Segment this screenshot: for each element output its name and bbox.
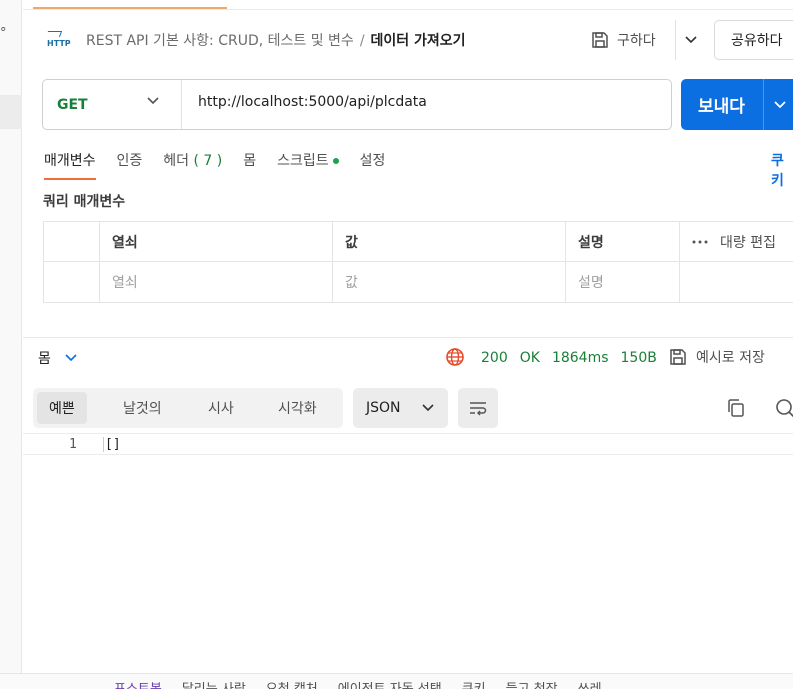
save-button[interactable]: 구하다 — [591, 28, 656, 52]
line-number: 1 — [69, 437, 77, 452]
chevron-down-icon — [684, 36, 697, 44]
column-header-value: 값 — [332, 222, 565, 262]
save-icon — [592, 32, 608, 48]
tab-raw[interactable]: 날것의 — [123, 392, 162, 424]
response-size[interactable]: 150B — [621, 350, 657, 366]
method-select[interactable]: GET — [43, 80, 182, 129]
code-line[interactable]: [] — [103, 437, 121, 452]
sidebar-selected-item[interactable] — [0, 95, 22, 129]
chevron-down-icon — [65, 354, 77, 362]
tab-pretty[interactable]: 예쁜 — [37, 392, 87, 424]
method-label: GET — [57, 96, 88, 113]
status-code[interactable]: 200 — [481, 350, 508, 366]
checkbox-column-header — [43, 222, 99, 262]
tab-scripts[interactable]: 스크립트 — [277, 150, 339, 180]
url-bar: GET — [42, 79, 672, 130]
search-icon[interactable] — [775, 398, 793, 422]
cookies-link[interactable]: 쿠키 — [771, 150, 793, 190]
format-label: JSON — [366, 400, 401, 416]
response-header-bar: 몸 200 OK 1864ms 150B 예시로 저장 — [23, 345, 793, 371]
url-input[interactable] — [198, 94, 658, 110]
breadcrumb: REST API 기본 사항: CRUD, 테스트 및 변수 / 데이터 가져오기 — [86, 30, 466, 50]
value-input[interactable]: 값 — [332, 262, 565, 302]
request-header: HTTP REST API 기본 사항: CRUD, 테스트 및 변수 / 데이터 … — [23, 18, 793, 62]
copy-icon[interactable] — [726, 398, 746, 422]
send-label: 보내다 — [698, 97, 745, 117]
query-params-table: 열쇠 값 설명 대량 편집 열쇠 값 설명 — [43, 221, 793, 303]
headers-count: ( 7 ) — [193, 153, 223, 169]
more-icon[interactable] — [692, 240, 708, 244]
sidebar-fragment: ° — [0, 26, 7, 41]
tab-body[interactable]: 몸 — [243, 150, 256, 180]
column-header-description: 설명 — [565, 222, 679, 262]
tab-settings[interactable]: 설정 — [360, 150, 386, 180]
status-bar-trash[interactable]: 쓰레 — [578, 678, 602, 689]
scripts-indicator-dot — [332, 158, 339, 164]
status-bar-agent[interactable]: 에이전트 자동 선택 — [338, 678, 442, 689]
table-header-row: 열쇠 값 설명 대량 편집 — [43, 222, 793, 262]
column-header-key: 열쇠 — [99, 222, 332, 262]
chevron-down-icon — [147, 97, 159, 105]
save-as-example-label: 예시로 저장 — [696, 350, 765, 366]
description-input[interactable]: 설명 — [565, 262, 679, 302]
response-status: 200 OK 1864ms 150B — [481, 350, 669, 366]
breadcrumb-collection[interactable]: REST API 기본 사항: CRUD, 테스트 및 변수 — [86, 33, 354, 49]
request-workspace: HTTP REST API 기본 사항: CRUD, 테스트 및 변수 / 데이터 … — [23, 0, 793, 689]
tab-authorization[interactable]: 인증 — [117, 150, 143, 180]
response-divider[interactable] — [23, 337, 793, 338]
tab-visualize[interactable]: 시각화 — [278, 392, 317, 424]
response-view-tabs: 예쁜 날것의 시사 시각화 — [33, 388, 343, 428]
left-sidebar-strip: ° — [0, 0, 22, 689]
format-select[interactable]: JSON — [353, 388, 448, 428]
query-params-title: 쿼리 매개변수 — [43, 194, 126, 210]
status-text[interactable]: OK — [520, 350, 540, 366]
breadcrumb-current-request[interactable]: 데이터 가져오기 — [371, 33, 466, 49]
bulk-edit-button[interactable]: 대량 편집 — [679, 222, 793, 262]
http-icon: HTTP — [45, 31, 71, 49]
wrap-lines-icon — [470, 402, 487, 416]
share-button[interactable]: 공유하다 — [714, 20, 793, 60]
globe-icon[interactable] — [445, 347, 465, 372]
status-bar-cookies[interactable]: 쿠키 — [462, 678, 486, 689]
status-bar: 포스트봇 달리는 사람 요청 캡처 에이전트 자동 선택 쿠키 들고 청장 쓰레 — [0, 673, 793, 689]
save-options-button[interactable] — [675, 20, 705, 60]
save-as-example-button[interactable]: 예시로 저장 — [669, 347, 765, 367]
active-request-tab[interactable] — [33, 0, 227, 9]
tab-bar-divider — [23, 9, 793, 10]
chevron-down-icon[interactable] — [773, 94, 787, 114]
bulk-edit-label: 대량 편집 — [720, 235, 776, 251]
response-section-toggle[interactable]: 몸 — [38, 348, 77, 368]
response-time[interactable]: 1864ms — [552, 350, 609, 366]
tab-preview[interactable]: 시사 — [208, 392, 234, 424]
save-label: 구하다 — [617, 33, 656, 49]
status-bar-capture[interactable]: 요청 캡처 — [266, 678, 318, 689]
status-bar-vault[interactable]: 들고 청장 — [506, 678, 558, 689]
wrap-lines-button[interactable] — [458, 388, 498, 428]
row-actions-cell — [679, 262, 793, 302]
response-body-editor[interactable]: 1 [] — [23, 433, 793, 455]
request-tabs: 매개변수 인증 헤더 ( 7 ) 몸 스크립트 설정 — [44, 150, 406, 180]
tab-headers[interactable]: 헤더 ( 7 ) — [163, 150, 222, 180]
status-bar-runner[interactable]: 달리는 사람 — [182, 678, 246, 689]
table-row: 열쇠 값 설명 — [43, 262, 793, 302]
row-checkbox-cell — [43, 262, 99, 302]
status-bar-items: 포스트봇 달리는 사람 요청 캡처 에이전트 자동 선택 쿠키 들고 청장 쓰레 — [114, 678, 602, 689]
save-icon — [670, 349, 686, 365]
response-section-label: 몸 — [38, 351, 51, 367]
send-button[interactable]: 보내다 — [681, 79, 793, 130]
chevron-down-icon — [422, 404, 434, 412]
breadcrumb-separator: / — [359, 33, 365, 49]
key-input[interactable]: 열쇠 — [99, 262, 332, 302]
tab-params[interactable]: 매개변수 — [44, 150, 96, 180]
status-bar-postbot[interactable]: 포스트봇 — [114, 678, 162, 689]
